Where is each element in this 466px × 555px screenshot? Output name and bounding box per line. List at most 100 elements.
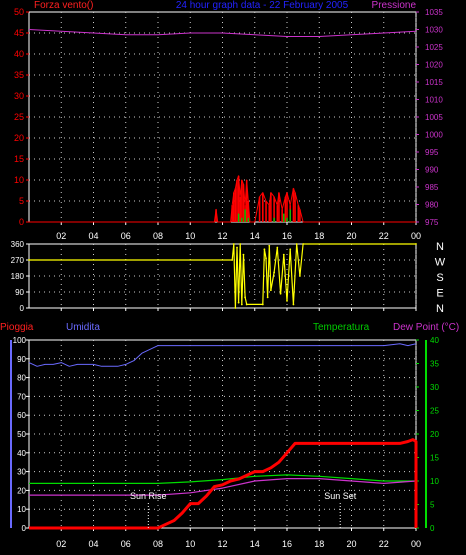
x-tick-label: 18 bbox=[314, 539, 324, 549]
direction-point bbox=[245, 303, 248, 306]
x-tick-label: 04 bbox=[88, 231, 98, 241]
direction-point bbox=[232, 243, 235, 245]
x-tick-label: 02 bbox=[56, 231, 66, 241]
direction-point bbox=[240, 303, 243, 306]
weather-chart: Forza vento() 24 hour graph data - 22 Fe… bbox=[0, 0, 466, 555]
direction-point bbox=[265, 257, 267, 260]
direction-point bbox=[289, 248, 292, 251]
x-tick-label: 14 bbox=[250, 539, 260, 549]
y-tick-label-right: 1015 bbox=[425, 78, 443, 87]
y-tick-label-right: 35 bbox=[430, 360, 439, 369]
direction-point bbox=[415, 243, 417, 245]
y-tick-label-right: 10 bbox=[430, 477, 439, 486]
direction-point bbox=[279, 292, 282, 295]
x-tick-label: 06 bbox=[121, 539, 131, 549]
direction-point bbox=[236, 246, 238, 249]
y-tick-label-right: 995 bbox=[425, 148, 439, 157]
x-tick-label: 22 bbox=[379, 539, 389, 549]
x-tick-label: 04 bbox=[88, 539, 98, 549]
y-tick-label-left: 0 bbox=[20, 304, 25, 313]
y-tick-label-left: 10 bbox=[17, 505, 26, 514]
x-tick-label: 12 bbox=[217, 539, 227, 549]
y-tick-label-right: 990 bbox=[425, 166, 439, 175]
direction-point bbox=[261, 303, 264, 306]
y-tick-label-left: 70 bbox=[17, 392, 26, 401]
direction-point bbox=[292, 303, 295, 306]
y-tick-label-left: 360 bbox=[11, 240, 25, 249]
y-tick-label-left: 50 bbox=[17, 430, 26, 439]
y-tick-label-right: 0 bbox=[430, 524, 435, 533]
x-tick-label: 16 bbox=[282, 539, 292, 549]
x-tick-label: 10 bbox=[185, 539, 195, 549]
y-tick-label-left: 20 bbox=[17, 486, 26, 495]
compass-letter: N bbox=[436, 303, 444, 315]
direction-point bbox=[273, 271, 275, 274]
compass-letter: E bbox=[436, 288, 443, 300]
sunset-label: Sun Set bbox=[324, 491, 357, 501]
y-tick-label-right: 980 bbox=[425, 201, 439, 210]
x-tick-label: 08 bbox=[153, 231, 163, 241]
direction-point bbox=[231, 259, 234, 261]
y-tick-label-right: 20 bbox=[430, 430, 439, 439]
direction-point bbox=[276, 246, 279, 249]
x-tick-label: 08 bbox=[153, 539, 163, 549]
y-tick-label-left: 10 bbox=[14, 175, 24, 185]
chart-title: 24 hour graph data - 22 February 2005 bbox=[176, 0, 349, 11]
y-tick-label-left: 30 bbox=[17, 468, 26, 477]
direction-point bbox=[299, 275, 301, 277]
y-tick-label-right: 30 bbox=[430, 383, 439, 392]
y-tick-label-right: 1000 bbox=[425, 131, 443, 140]
y-tick-label-left: 100 bbox=[13, 336, 27, 345]
direction-point bbox=[242, 253, 245, 256]
y-tick-label-right: 1020 bbox=[425, 61, 443, 70]
y-tick-label-right: 15 bbox=[430, 454, 439, 463]
y-tick-label-right: 1005 bbox=[425, 113, 443, 122]
x-tick-label: 02 bbox=[56, 539, 66, 549]
y-tick-label-right: 1030 bbox=[425, 26, 443, 35]
rain-label: Pioggia bbox=[0, 322, 34, 333]
x-tick-label: 22 bbox=[379, 231, 389, 241]
x-tick-label: 10 bbox=[185, 231, 195, 241]
direction-point bbox=[295, 243, 298, 245]
y-tick-label-left: 15 bbox=[14, 154, 24, 164]
y-tick-label-left: 80 bbox=[17, 374, 26, 383]
x-tick-label: 00 bbox=[411, 231, 421, 241]
y-tick-label-right: 40 bbox=[430, 336, 439, 345]
x-tick-label: 00 bbox=[411, 539, 421, 549]
direction-point bbox=[237, 301, 240, 304]
y-tick-label-left: 25 bbox=[14, 112, 24, 122]
y-tick-label-left: 40 bbox=[17, 449, 26, 458]
y-tick-label-left: 180 bbox=[11, 272, 25, 281]
compass-letter: N bbox=[436, 241, 444, 253]
y-tick-label-left: 0 bbox=[19, 217, 24, 227]
y-tick-label-left: 0 bbox=[22, 524, 27, 533]
direction-point bbox=[269, 289, 272, 292]
x-tick-label: 06 bbox=[121, 231, 131, 241]
y-tick-label-right: 1035 bbox=[425, 8, 443, 17]
x-tick-label: 12 bbox=[217, 231, 227, 241]
y-tick-label-right: 975 bbox=[425, 218, 439, 227]
direction-point bbox=[286, 299, 288, 302]
y-tick-label-left: 5 bbox=[19, 196, 24, 206]
x-tick-label: 20 bbox=[346, 539, 356, 549]
y-tick-label-left: 270 bbox=[11, 256, 25, 265]
compass-letter: S bbox=[436, 272, 443, 284]
pressure-axis-label: Pressione bbox=[372, 0, 417, 11]
y-tick-label-left: 60 bbox=[17, 411, 26, 420]
temperature-label: Temperatura bbox=[313, 322, 370, 333]
y-tick-label-right: 25 bbox=[430, 407, 439, 416]
y-tick-label-left: 90 bbox=[17, 355, 26, 364]
direction-point bbox=[302, 243, 305, 245]
direction-point bbox=[263, 248, 266, 251]
x-tick-label: 14 bbox=[250, 231, 260, 241]
x-tick-label: 18 bbox=[314, 231, 324, 241]
direction-point bbox=[234, 307, 237, 309]
dewpoint-label: Dew Point (°C) bbox=[393, 322, 459, 333]
y-tick-label-left: 90 bbox=[15, 288, 24, 297]
y-tick-label-right: 5 bbox=[430, 501, 435, 510]
direction-point bbox=[268, 244, 271, 247]
direction-point bbox=[282, 253, 285, 256]
direction-point bbox=[28, 259, 30, 261]
y-tick-label-left: 30 bbox=[14, 91, 24, 101]
wind-axis-label: Forza vento() bbox=[34, 0, 93, 11]
